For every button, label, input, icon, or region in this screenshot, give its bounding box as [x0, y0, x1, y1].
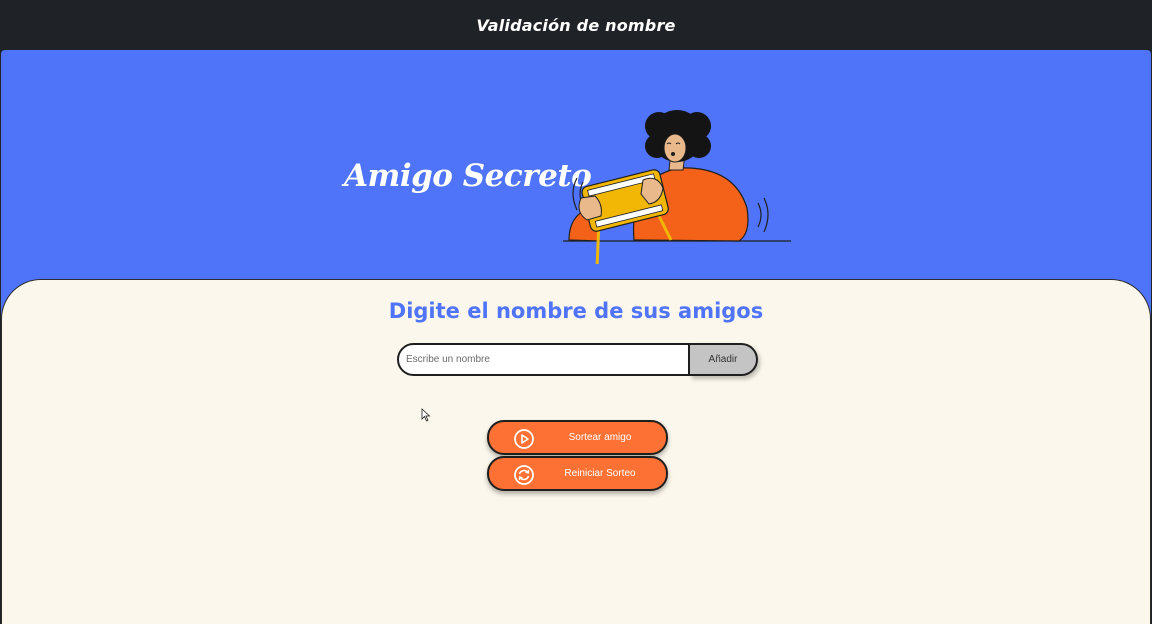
hero-title: Amigo Secreto [344, 158, 592, 194]
reset-draw-label: Reiniciar Sorteo [564, 468, 636, 479]
main-panel: Digite el nombre de sus amigos Añadir So… [1, 279, 1151, 624]
name-input[interactable] [397, 343, 690, 376]
app-frame: Amigo Secreto Digite el nombre de sus am… [1, 50, 1151, 624]
reset-draw-button[interactable]: Reiniciar Sorteo [487, 456, 668, 491]
section-heading: Digite el nombre de sus amigos [388, 299, 764, 323]
title-bar: Validación de nombre [0, 0, 1152, 50]
name-entry-row: Añadir [397, 343, 758, 376]
draw-friend-button[interactable]: Sortear amigo [487, 420, 668, 455]
mouse-cursor-icon [421, 408, 431, 422]
hero-illustration [563, 110, 791, 264]
window-title: Validación de nombre [476, 15, 676, 35]
add-button[interactable]: Añadir [690, 343, 758, 376]
draw-friend-label: Sortear amigo [568, 432, 632, 443]
